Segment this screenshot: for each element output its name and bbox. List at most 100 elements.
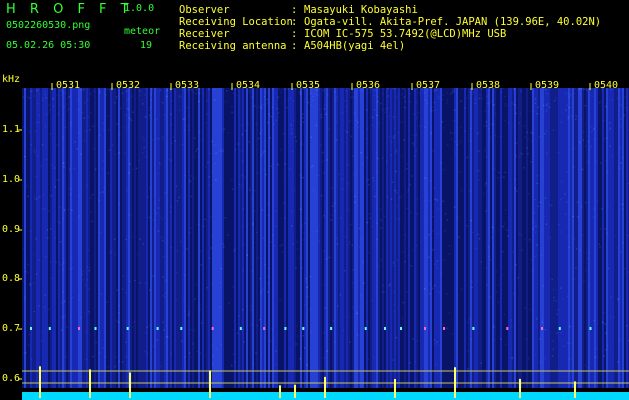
spectrogram-column	[172, 88, 174, 388]
spectrogram-column	[448, 88, 450, 388]
spectrogram-column	[290, 88, 292, 388]
spectrogram-column	[422, 88, 424, 388]
spectrogram-column	[442, 88, 444, 388]
spectrogram-column	[584, 88, 586, 388]
spectrogram-column	[374, 88, 376, 388]
spectrogram-column	[524, 88, 526, 388]
info-value-location: Ogata-vill. Akita-Pref. JAPAN (139.96E, …	[304, 16, 602, 28]
spectrogram-column	[130, 88, 132, 388]
spectrogram-column	[122, 88, 124, 388]
spectrogram-column	[68, 88, 70, 388]
spectrogram-column	[450, 88, 452, 388]
spectrogram-column	[64, 88, 66, 388]
spectrogram-column	[106, 88, 108, 388]
spectrogram-column	[40, 88, 42, 388]
spectrogram-column	[74, 88, 76, 388]
spectrogram-column	[114, 88, 116, 388]
info-separator: :	[291, 4, 298, 16]
spectrogram-column	[554, 88, 556, 388]
spectrogram-column	[228, 88, 230, 388]
spectrogram-column	[156, 88, 158, 388]
spectrogram-column	[166, 88, 168, 388]
spectrogram-column	[602, 88, 604, 388]
spectrogram-column	[292, 88, 294, 388]
x-tick-label: 0531	[56, 80, 81, 91]
spectrogram-column	[44, 88, 46, 388]
hroft-screen: H R O F F T 1.0.0 0502260530.png meteor …	[0, 0, 629, 400]
spectrogram-column	[216, 88, 218, 388]
spectrogram-column	[140, 88, 142, 388]
spectrogram-column	[582, 88, 584, 388]
spectrogram-column	[242, 88, 244, 388]
spectrogram-column	[512, 88, 514, 388]
spectrogram-column	[148, 88, 150, 388]
spectrogram-column	[102, 88, 104, 388]
y-tick-label: 1.1	[2, 124, 21, 135]
spectrogram-column	[178, 88, 180, 388]
spectrogram-column	[304, 88, 306, 388]
spectrogram-column	[62, 88, 64, 388]
spectrogram-column	[572, 88, 574, 388]
spectrogram-column	[34, 88, 36, 388]
spectrogram-column	[258, 88, 260, 388]
spectrogram-column	[272, 88, 274, 388]
spectrogram-column	[232, 88, 234, 388]
meteor-echo	[239, 327, 242, 330]
meteor-echo	[558, 327, 561, 330]
spectrogram-column	[484, 88, 486, 388]
spectrogram-column	[364, 88, 366, 388]
spectrogram-column	[274, 88, 276, 388]
spectrogram-column	[444, 88, 446, 388]
spectrogram-column	[424, 88, 426, 388]
meteor-echo	[30, 327, 32, 330]
spectrogram-column	[320, 88, 322, 388]
spectrogram-column	[390, 88, 392, 388]
spectrogram-column	[224, 88, 226, 388]
info-label-location: Receiving Location	[179, 16, 293, 28]
spectrogram-column	[152, 88, 154, 388]
spectrogram-column	[198, 88, 200, 388]
spectrogram-column	[600, 88, 602, 388]
spectrogram-column	[362, 88, 364, 388]
meteor-echo	[48, 327, 51, 330]
spectrogram-column	[244, 88, 246, 388]
spectrogram-column	[532, 88, 534, 388]
spectrogram-column	[298, 88, 300, 388]
y-axis-unit: kHz	[2, 74, 21, 85]
spectrogram-column	[392, 88, 394, 388]
meteor-echo	[506, 327, 509, 330]
spectrogram-column	[460, 88, 462, 388]
spectrogram-column	[324, 88, 326, 388]
spectrogram-column	[150, 88, 152, 388]
spectrogram-column	[546, 88, 548, 388]
app-title: H R O F F T	[6, 2, 134, 17]
spectrogram-column	[212, 88, 214, 388]
spectrogram-column	[616, 88, 618, 388]
spectrogram-column	[48, 88, 50, 388]
spectrogram-column	[468, 88, 470, 388]
spectrogram-column	[306, 88, 308, 388]
spectrogram-column	[294, 88, 296, 388]
spectrogram-column	[82, 88, 84, 388]
spectrogram-column	[604, 88, 606, 388]
spectrogram-column	[300, 88, 302, 388]
spectrogram-column	[352, 88, 354, 388]
meteor-count: 19	[140, 40, 153, 51]
spectrogram-column	[376, 88, 378, 388]
spectrogram-column	[56, 88, 58, 388]
spectrogram-column	[580, 88, 582, 388]
spectrogram-column	[54, 88, 56, 388]
spectrogram-column	[338, 88, 340, 388]
spectrogram-column	[464, 88, 466, 388]
spectrogram-column	[552, 88, 554, 388]
spectrogram-column	[566, 88, 568, 388]
spectrogram-column	[452, 88, 454, 388]
spectrogram-column	[318, 88, 320, 388]
spectrogram-column	[588, 88, 590, 388]
spectrogram-column	[226, 88, 228, 388]
spectrogram-column	[196, 88, 198, 388]
spectrogram-column	[622, 88, 624, 388]
spectrogram-column	[408, 88, 410, 388]
spectrogram-column	[402, 88, 404, 388]
spectrogram-column	[164, 88, 166, 388]
